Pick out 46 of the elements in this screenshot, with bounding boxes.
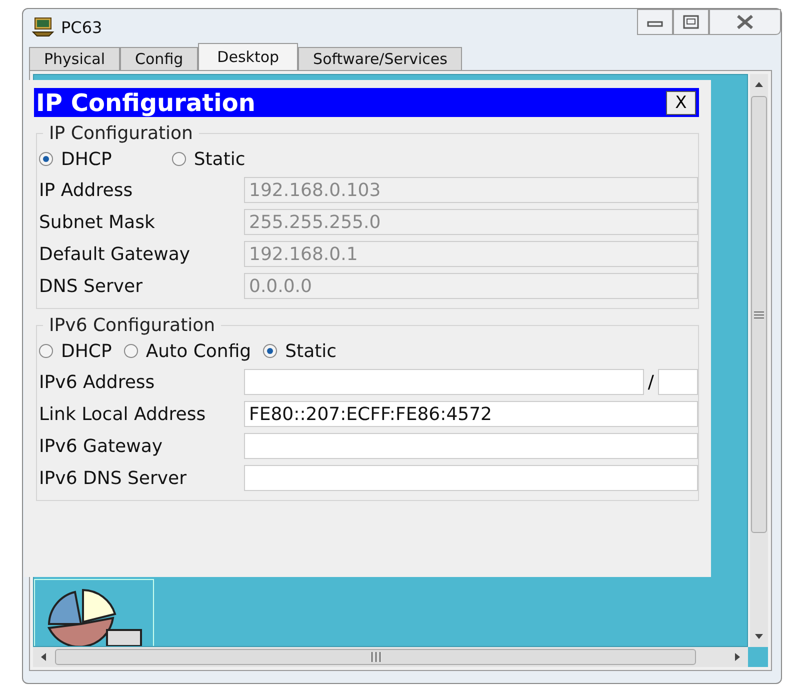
maximize-button[interactable]	[673, 9, 709, 35]
window-title: PC63	[61, 18, 102, 36]
grip-icon	[754, 310, 764, 318]
radio-option[interactable]: Static	[172, 148, 246, 170]
field-label: DNS Server	[39, 276, 144, 296]
tab[interactable]: Config	[120, 47, 198, 70]
field-label: Link Local Address	[39, 404, 207, 424]
close-button[interactable]	[709, 9, 781, 35]
radio-option[interactable]: Static	[263, 340, 337, 362]
dialog-title: IP Configuration	[36, 88, 256, 116]
input-field[interactable]	[244, 369, 644, 395]
horizontal-scrollbar[interactable]	[33, 647, 748, 667]
input-field[interactable]: FE80::207:ECFF:FE86:4572	[244, 401, 698, 427]
app-tile[interactable]	[34, 579, 154, 646]
prefix-field[interactable]	[658, 369, 698, 395]
pc-icon	[31, 16, 55, 38]
field-label: IP Address	[39, 180, 134, 200]
vertical-scrollbar[interactable]	[750, 74, 768, 647]
field-label: IPv6 DNS Server	[39, 468, 188, 488]
tab[interactable]: Software/Services	[298, 47, 462, 70]
down-arrow-icon	[754, 633, 764, 641]
maximize-icon	[682, 14, 700, 30]
scrollbar-corner	[748, 647, 768, 667]
input-field[interactable]	[244, 465, 698, 491]
group-title: IP Configuration	[48, 123, 194, 144]
tab[interactable]: Physical	[29, 47, 120, 70]
field-label: Subnet Mask	[39, 212, 156, 232]
up-arrow-icon	[754, 80, 764, 88]
input-field[interactable]	[244, 433, 698, 459]
radio-option[interactable]: Auto Config	[124, 340, 252, 362]
field-label: IPv6 Address	[39, 372, 156, 392]
right-arrow-icon	[734, 652, 742, 662]
scroll-thumb[interactable]	[751, 96, 767, 533]
field-label: Default Gateway	[39, 244, 192, 264]
scroll-thumb[interactable]	[55, 649, 696, 665]
radio-option[interactable]: DHCP	[39, 148, 112, 170]
minimize-button[interactable]	[637, 9, 673, 35]
close-button[interactable]: X	[666, 90, 696, 114]
group-title: IPv6 Configuration	[48, 315, 216, 336]
tab[interactable]: Desktop	[198, 43, 298, 70]
separator-slash: /	[648, 372, 654, 392]
radio-option[interactable]: DHCP	[39, 340, 112, 362]
left-arrow-icon	[39, 652, 47, 662]
close-icon	[734, 14, 756, 30]
field-label: IPv6 Gateway	[39, 436, 164, 456]
grip-icon	[370, 652, 380, 662]
